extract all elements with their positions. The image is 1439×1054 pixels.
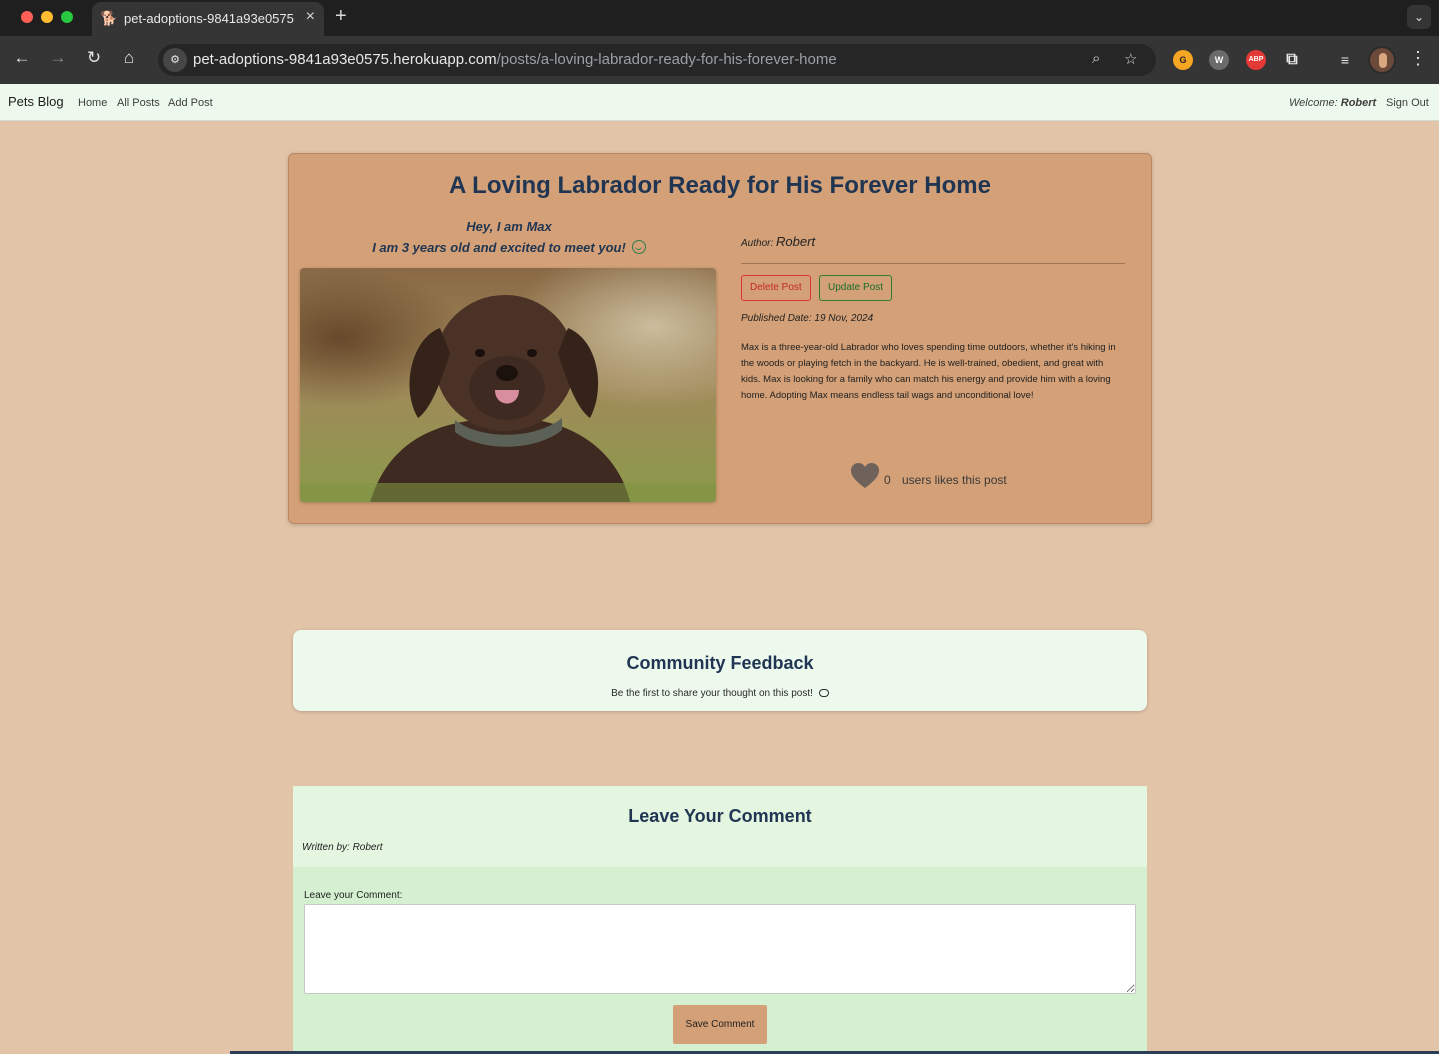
delete-post-button[interactable]: Delete Post xyxy=(741,275,811,301)
post-title: A Loving Labrador Ready for His Forever … xyxy=(449,172,991,199)
nav-all-posts[interactable]: All Posts xyxy=(117,97,160,109)
kebab-menu-icon[interactable]: ⋮ xyxy=(1409,48,1427,69)
post-body: Max is a three-year-old Labrador who lov… xyxy=(741,342,1116,401)
puzzle-icon[interactable]: ⧉ xyxy=(1282,50,1302,70)
close-window-button[interactable] xyxy=(21,11,33,23)
home-icon[interactable]: ⌂ xyxy=(117,48,141,68)
comment-form: Leave Your Comment Written by: Robert Le… xyxy=(293,786,1147,1054)
browser-tab-bar: 🐕 pet-adoptions-9841a93e0575.herokuapp.c… xyxy=(0,0,1439,36)
published-date: Published Date: 19 Nov, 2024 xyxy=(741,313,874,324)
update-post-button[interactable]: Update Post xyxy=(819,275,893,301)
post-card: A Loving Labrador Ready for His Forever … xyxy=(288,153,1152,524)
brand-logo[interactable]: Pets Blog xyxy=(8,94,64,109)
media-queue-icon[interactable]: ≡ xyxy=(1335,50,1355,70)
site-info-icon[interactable]: ⚙ xyxy=(163,48,187,72)
grammarly-icon[interactable]: G xyxy=(1173,50,1193,70)
forward-icon[interactable]: → xyxy=(46,48,70,68)
tab-search-icon[interactable]: ⌄ xyxy=(1407,5,1431,29)
welcome-text: Welcome: Robert xyxy=(1289,97,1377,109)
abp-icon[interactable]: ABP xyxy=(1246,50,1266,70)
smile-icon xyxy=(631,240,646,254)
comment-title: Leave Your Comment xyxy=(628,806,812,826)
pet-photo xyxy=(300,268,716,502)
community-feedback-card: Community Feedback Be the first to share… xyxy=(293,630,1147,711)
divider xyxy=(741,263,1125,264)
maximize-window-button[interactable] xyxy=(61,11,73,23)
written-by: Written by: Robert xyxy=(302,842,383,853)
reload-icon[interactable]: ↻ xyxy=(82,48,106,68)
save-comment-button[interactable]: Save Comment xyxy=(673,1005,767,1044)
minimize-window-button[interactable] xyxy=(41,11,53,23)
bookmark-star-icon[interactable]: ☆ xyxy=(1124,50,1137,68)
back-icon[interactable]: ← xyxy=(10,48,34,68)
comment-textarea[interactable] xyxy=(304,904,1136,994)
nav-home[interactable]: Home xyxy=(78,97,107,109)
new-tab-icon[interactable]: + xyxy=(335,5,347,28)
feedback-title: Community Feedback xyxy=(626,653,814,673)
heart-icon[interactable] xyxy=(851,463,879,489)
comment-label: Leave your Comment: xyxy=(304,890,403,901)
zoom-icon[interactable]: ⌕ xyxy=(1092,50,1100,67)
pet-intro-name: Hey, I am Max xyxy=(466,219,552,234)
browser-tab[interactable]: 🐕 pet-adoptions-9841a93e0575.herokuapp.c… xyxy=(92,2,324,36)
address-bar[interactable]: ⚙ pet-adoptions-9841a93e0575.herokuapp.c… xyxy=(158,44,1156,76)
sign-out-link[interactable]: Sign Out xyxy=(1386,97,1429,109)
pet-intro-age: I am 3 years old and excited to meet you… xyxy=(289,240,729,255)
feedback-subtitle: Be the first to share your thought on th… xyxy=(293,688,1147,699)
author-line: Author: Robert xyxy=(741,234,816,249)
url-text[interactable]: pet-adoptions-9841a93e0575.herokuapp.com… xyxy=(193,51,837,68)
profile-avatar[interactable] xyxy=(1368,46,1396,74)
tab-close-icon[interactable]: × xyxy=(306,8,315,26)
tab-title: pet-adoptions-9841a93e0575.herokuapp.com xyxy=(124,11,294,26)
browser-toolbar: ← → ↻ ⌂ ⚙ pet-adoptions-9841a93e0575.her… xyxy=(0,36,1439,84)
dog-icon: 🐕 xyxy=(100,10,118,26)
like-count: 0 xyxy=(884,473,891,487)
nav-add-post[interactable]: Add Post xyxy=(168,97,213,109)
site-navbar: Pets Blog Home All Posts Add Post Welcom… xyxy=(0,84,1439,121)
wappalyzer-icon[interactable]: W xyxy=(1209,50,1229,70)
like-text: users likes this post xyxy=(902,473,1007,487)
chat-bubble-icon xyxy=(818,689,829,697)
comment-form-header: Leave Your Comment Written by: Robert xyxy=(293,786,1147,867)
